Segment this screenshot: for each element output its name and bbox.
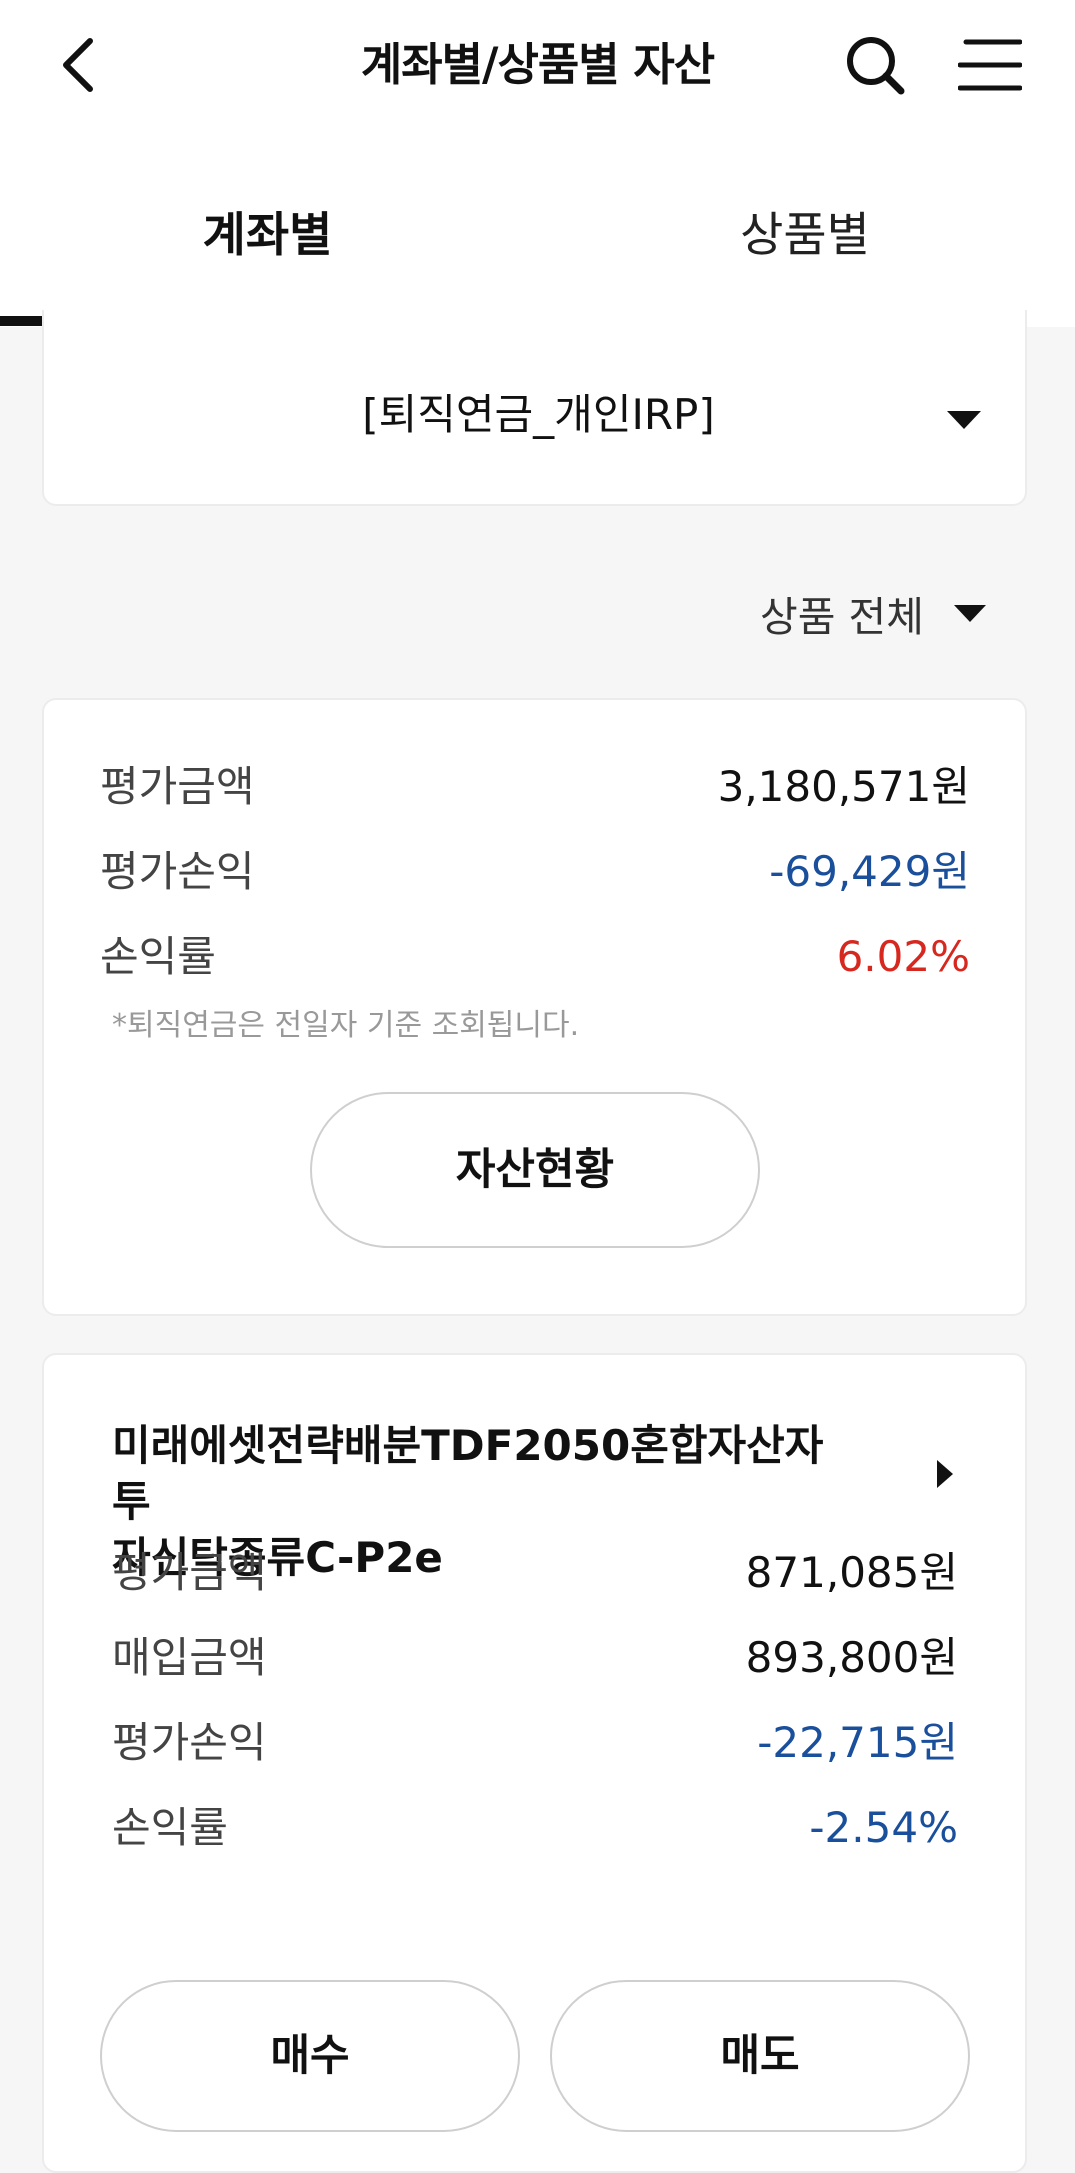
product-row-purchase-amount: 매입금액 893,800원 — [112, 1623, 958, 1693]
product-row-eval-profit: 평가손익 -22,715원 — [112, 1708, 958, 1778]
row-value: 6.02% — [836, 932, 970, 981]
row-value: 3,180,571원 — [717, 762, 970, 811]
tab-bar: 계좌별 상품별 — [0, 135, 1075, 327]
menu-button[interactable] — [955, 30, 1025, 100]
row-label: 매입금액 — [112, 1633, 267, 1682]
app-header: 계좌별/상품별 자산 — [0, 0, 1075, 135]
row-label: 손익률 — [112, 1803, 228, 1852]
dropdown-arrow-icon — [939, 400, 989, 440]
row-value: -69,429원 — [769, 847, 970, 896]
tab-by-account[interactable]: 계좌별 — [0, 135, 535, 327]
row-label: 평가손익 — [112, 1718, 267, 1767]
row-label: 평가금액 — [100, 762, 255, 811]
page-title: 계좌별/상품별 자산 — [360, 38, 715, 91]
product-name-line: 미래에셋전략배분TDF2050혼합자산자투 — [112, 1421, 824, 1526]
summary-row-eval-profit: 평가손익 -69,429원 — [100, 837, 970, 907]
row-value: -2.54% — [809, 1803, 958, 1852]
account-selector[interactable]: [퇴직연금_개인IRP] — [42, 310, 1027, 506]
summary-row-return-rate: 손익률 6.02% — [100, 922, 970, 992]
chevron-right-icon[interactable] — [925, 1452, 965, 1496]
dropdown-arrow-icon — [953, 604, 986, 622]
product-row-eval-amount: 평가금액 871,085원 — [112, 1538, 958, 1608]
product-filter-dropdown[interactable]: 상품 전체 — [760, 575, 1020, 651]
sell-button[interactable]: 매도 — [550, 1980, 970, 2132]
row-label: 평가금액 — [112, 1548, 267, 1597]
row-value: 871,085원 — [745, 1548, 958, 1597]
product-filter-label: 상품 전체 — [760, 593, 924, 641]
row-label: 평가손익 — [100, 847, 255, 896]
buy-button[interactable]: 매수 — [100, 1980, 520, 2132]
product-row-return-rate: 손익률 -2.54% — [112, 1793, 958, 1863]
pension-note: *퇴직연금은 전일자 기준 조회됩니다. — [112, 1008, 580, 1043]
hamburger-menu-icon — [958, 39, 1022, 91]
search-icon — [847, 37, 905, 95]
row-label: 손익률 — [100, 932, 216, 981]
row-value: -22,715원 — [757, 1718, 958, 1767]
search-button[interactable] — [840, 30, 910, 100]
summary-row-eval-amount: 평가금액 3,180,571원 — [100, 752, 970, 822]
asset-status-button[interactable]: 자산현황 — [310, 1092, 760, 1248]
account-name: [퇴직연금_개인IRP] — [362, 390, 715, 439]
row-value: 893,800원 — [745, 1633, 958, 1682]
tab-by-product[interactable]: 상품별 — [535, 135, 1075, 327]
